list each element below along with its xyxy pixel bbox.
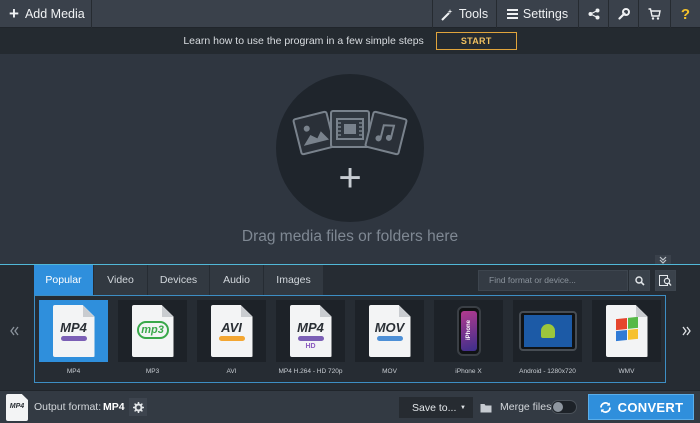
audio-file-icon xyxy=(363,110,409,156)
detect-device-button[interactable] xyxy=(655,270,676,291)
output-format-label: Output format: xyxy=(34,401,102,413)
search-button[interactable] xyxy=(629,270,650,291)
format-item-wmv[interactable]: WMV xyxy=(592,300,661,382)
drop-target-circle[interactable]: + xyxy=(276,74,424,222)
wrench-icon xyxy=(617,8,630,20)
refresh-icon xyxy=(599,401,611,413)
format-item-mp4-hd[interactable]: MP4 HD MP4 H.264 - HD 720p xyxy=(276,300,345,382)
top-toolbar: + Add Media Tools Settings ? xyxy=(0,0,700,28)
save-to-label: Save to... xyxy=(412,401,457,414)
format-label: MP3 xyxy=(145,368,160,375)
format-item-mp4[interactable]: MP4 MP4 xyxy=(39,300,108,382)
folder-icon xyxy=(480,403,492,412)
settings-button[interactable]: Settings xyxy=(496,0,578,28)
android-tablet-icon xyxy=(518,311,577,351)
tab-devices[interactable]: Devices xyxy=(148,265,210,295)
scroll-left-button[interactable] xyxy=(6,303,22,359)
format-item-android[interactable]: Android - 1280x720 xyxy=(513,300,582,382)
tab-video[interactable]: Video xyxy=(94,265,148,295)
merge-files-label: Merge files: xyxy=(500,401,555,413)
avi-file-icon: AVI xyxy=(210,305,253,357)
add-media-button[interactable]: + Add Media xyxy=(0,0,92,28)
drag-hint-text: Drag media files or folders here xyxy=(241,228,459,245)
output-format-icon[interactable]: MP4 xyxy=(6,394,28,421)
bottom-bar: MP4 Output format: MP4 Save to... ▼ Merg… xyxy=(0,390,700,423)
settings-label: Settings xyxy=(522,7,569,21)
scroll-right-button[interactable] xyxy=(678,303,694,359)
wrench-button[interactable] xyxy=(608,0,638,28)
tab-audio[interactable]: Audio xyxy=(210,265,264,295)
tutorial-bar: Learn how to use the program in a few si… xyxy=(0,28,700,54)
mov-file-icon: MOV xyxy=(368,305,411,357)
format-item-avi[interactable]: AVI AVI xyxy=(197,300,266,382)
format-tile: mp3 xyxy=(118,300,187,362)
add-files-plus-icon: + xyxy=(338,156,362,200)
format-label: MP4 H.264 - HD 720p xyxy=(278,368,343,375)
merge-files-toggle[interactable] xyxy=(551,400,577,414)
help-button[interactable]: ? xyxy=(670,0,700,28)
cart-icon xyxy=(648,8,661,20)
chevron-left-icon xyxy=(9,326,19,336)
mp4-file-icon: MP4 xyxy=(52,305,95,357)
format-tile: MOV xyxy=(355,300,424,362)
format-item-mov[interactable]: MOV MOV xyxy=(355,300,424,382)
caret-down-icon: ▼ xyxy=(460,404,466,411)
format-label: Android - 1280x720 xyxy=(519,368,576,375)
double-chevron-down-icon xyxy=(659,256,667,264)
format-tile: iPhone xyxy=(434,300,503,362)
android-icon xyxy=(540,324,555,338)
format-tile xyxy=(513,300,582,362)
cart-button[interactable] xyxy=(638,0,670,28)
toggle-knob xyxy=(553,402,563,412)
open-folder-button[interactable] xyxy=(477,397,495,418)
windows-logo-icon xyxy=(615,316,638,342)
tools-button[interactable]: Tools xyxy=(432,0,496,28)
format-item-mp3[interactable]: mp3 MP3 xyxy=(118,300,187,382)
share-button[interactable] xyxy=(578,0,608,28)
save-to-button[interactable]: Save to... ▼ xyxy=(399,397,473,418)
format-label: AVI xyxy=(226,368,237,375)
add-media-label: Add Media xyxy=(24,7,85,21)
detect-device-icon xyxy=(659,274,672,286)
format-label: iPhone X xyxy=(455,368,482,375)
tab-images[interactable]: Images xyxy=(264,265,324,295)
format-label: MOV xyxy=(382,368,397,375)
gear-icon xyxy=(132,401,144,413)
tools-label: Tools xyxy=(458,7,489,21)
format-list: MP4 MP4 mp3 MP3 AVI AVI MP4 HD MP4 H.264… xyxy=(34,295,666,383)
output-settings-button[interactable] xyxy=(129,398,147,416)
convert-label: CONVERT xyxy=(617,399,684,415)
format-tile xyxy=(592,300,661,362)
iphone-icon: iPhone xyxy=(456,306,481,356)
format-search-input[interactable]: Find format or device... xyxy=(478,270,628,291)
chevron-right-icon xyxy=(681,326,691,336)
format-tile: MP4 xyxy=(39,300,108,362)
tab-popular[interactable]: Popular xyxy=(34,265,94,295)
wmv-file-icon xyxy=(605,305,648,357)
hamburger-icon xyxy=(506,9,518,19)
search-icon xyxy=(634,275,645,286)
magic-wand-icon xyxy=(441,8,453,21)
mp4-hd-file-icon: MP4 HD xyxy=(289,305,332,357)
output-format-value: MP4 xyxy=(103,401,125,413)
mp3-file-icon: mp3 xyxy=(131,305,174,357)
format-label: MP4 xyxy=(66,368,81,375)
format-tabs: Popular Video Devices Audio Images xyxy=(34,265,324,295)
format-panel: Popular Video Devices Audio Images Find … xyxy=(0,264,700,390)
format-tile: AVI xyxy=(197,300,266,362)
drop-zone[interactable]: + Drag media files or folders here xyxy=(0,54,700,264)
start-button[interactable]: START xyxy=(435,32,517,50)
convert-button[interactable]: CONVERT xyxy=(588,394,694,420)
tutorial-text: Learn how to use the program in a few si… xyxy=(183,35,424,47)
format-tile: MP4 HD xyxy=(276,300,345,362)
plus-icon: + xyxy=(9,3,19,23)
format-label: WMV xyxy=(618,368,635,375)
format-item-iphone-x[interactable]: iPhone iPhone X xyxy=(434,300,503,382)
share-icon xyxy=(588,8,599,20)
